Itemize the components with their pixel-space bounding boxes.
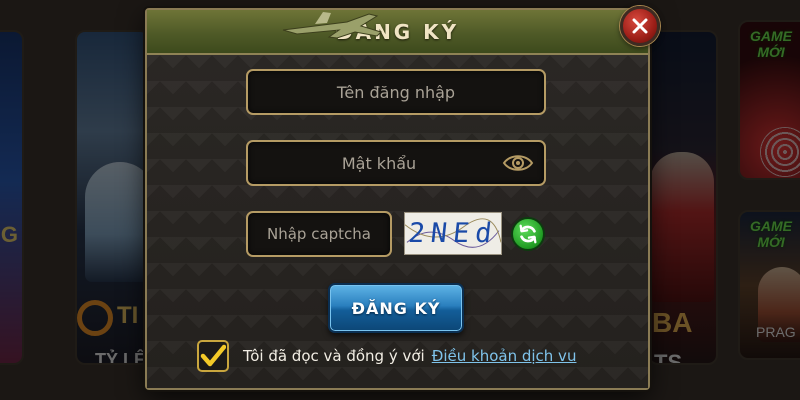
password-input[interactable] <box>248 142 544 184</box>
username-field-wrapper <box>246 69 546 115</box>
game-provider: PRAG <box>756 324 796 340</box>
refresh-icon <box>519 224 537 244</box>
captcha-text: 2NEd <box>406 218 500 249</box>
card-brand: TI <box>117 302 139 329</box>
card-subtitle: TS <box>654 350 683 365</box>
register-submit-button[interactable]: ĐĂNG KÝ <box>328 283 464 333</box>
eye-icon[interactable] <box>502 152 534 174</box>
new-game-badge: GAME MỚI <box>750 28 792 60</box>
captcha-image: 2NEd <box>404 212 502 255</box>
dialog-header: ĐĂNG KÝ <box>147 10 648 55</box>
game-card-new-1[interactable]: GAME MỚI <box>738 20 800 180</box>
password-field-wrapper <box>246 140 546 186</box>
captcha-refresh-button[interactable] <box>511 217 545 251</box>
username-input[interactable] <box>248 71 544 113</box>
new-game-badge: GAME MỚI <box>750 218 792 250</box>
airplane-decoration-icon <box>282 12 382 39</box>
game-card-sports-left[interactable]: TI TỶ LỆ <box>75 30 150 365</box>
card-edge-letter: G <box>0 222 18 247</box>
agree-checkbox[interactable] <box>197 340 229 372</box>
terms-agreement-row: Tôi đã đọc và đồng ý với Điều khoản dịch… <box>197 340 576 372</box>
captcha-input[interactable] <box>248 213 390 255</box>
brand-logo-icon <box>77 300 113 336</box>
player-image <box>650 152 714 302</box>
card-subtitle: TỶ LỆ <box>95 350 147 365</box>
terms-of-service-link[interactable]: Điều khoản dịch vu <box>432 347 577 365</box>
game-card-sports-right[interactable]: BA TS <box>648 30 718 365</box>
agreement-text: Tôi đã đọc và đồng ý với <box>243 347 425 365</box>
card-brand: BA <box>652 307 693 338</box>
game-card-left-edge[interactable]: G <box>0 30 24 365</box>
game-card-new-2[interactable]: GAME MỚI PRAG <box>738 210 800 360</box>
captcha-field-wrapper <box>246 211 392 257</box>
close-icon <box>632 18 648 34</box>
player-image <box>85 162 148 282</box>
close-button[interactable] <box>620 6 660 46</box>
checkmark-icon <box>200 344 226 367</box>
game-art <box>760 127 800 177</box>
